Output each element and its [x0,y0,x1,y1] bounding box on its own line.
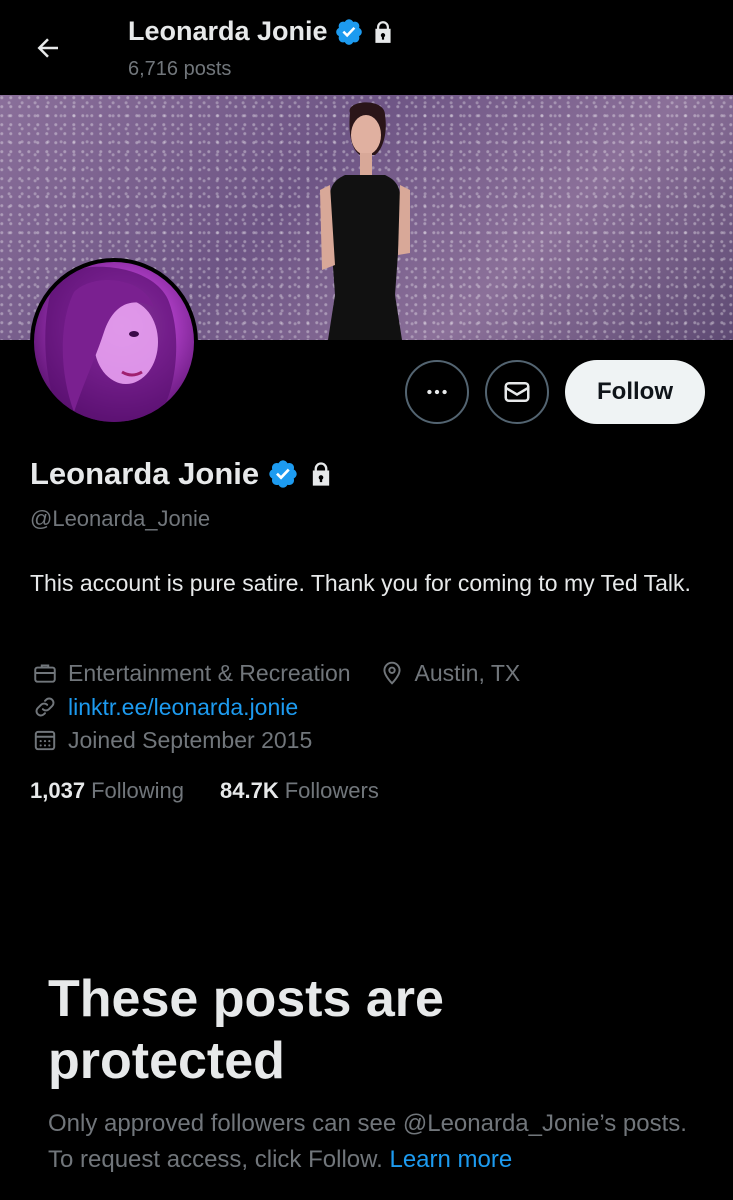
protected-posts-title: These posts are protected [48,970,444,1090]
protected-posts-text: Only approved followers can see @Leonard… [48,1110,687,1173]
profile-name: Leonarda Jonie [30,456,260,491]
arrow-left-icon [37,38,58,58]
calendar-icon [30,725,60,755]
followers-count: 84.7K [220,778,279,803]
header-name: Leonarda Jonie [128,16,328,46]
profile-category: Entertainment & Recreation [30,658,351,688]
location-pin-icon [377,658,407,688]
lock-icon [374,20,391,43]
briefcase-icon [30,658,60,688]
profile-joined-date: Joined September 2015 [68,726,313,753]
header-title: Leonarda Jonie [128,16,396,47]
profile-bio: This account is pure satire. Thank you f… [30,570,691,596]
link-icon [30,692,60,722]
following-count: 1,037 [30,778,86,803]
verified-badge-icon[interactable] [267,458,299,490]
message-button[interactable] [485,360,550,424]
profile-name-row: Leonarda Jonie [30,456,335,492]
profile-joined-row: Joined September 2015 [30,725,312,755]
learn-more-link[interactable]: Learn more [389,1146,512,1173]
verified-badge-icon[interactable] [334,17,364,47]
follow-button[interactable]: Follow [565,360,705,424]
more-icon [427,389,447,395]
profile-avatar[interactable] [30,258,198,426]
profile-link-row: linktr.ee/leonarda.jonie [30,692,298,722]
avatar-portrait [45,266,177,422]
top-header: Leonarda Jonie 6,716 posts [0,0,733,95]
profile-website-link[interactable]: linktr.ee/leonarda.jonie [68,694,298,721]
profile-stats: 1,037 Following 84.7K Followers [30,778,379,804]
followers-label: Followers [284,778,379,803]
following-stat[interactable]: 1,037 Following [30,778,184,804]
back-button[interactable] [28,28,68,68]
profile-category-label: Entertainment & Recreation [68,659,351,686]
profile-handle: @Leonarda_Jonie [30,506,211,531]
profile-location: Austin, TX [377,658,521,688]
lock-icon [312,462,330,486]
protected-posts-description: Only approved followers can see @Leonard… [48,1106,698,1178]
profile-actions: Follow [405,360,705,424]
header-posts-count: 6,716 posts [128,58,232,80]
following-label: Following [91,778,184,803]
profile-location-label: Austin, TX [414,659,521,686]
banner-person-figure [320,102,410,340]
mail-icon [504,382,530,402]
followers-stat[interactable]: 84.7K Followers [220,778,379,804]
more-options-button[interactable] [405,360,470,424]
profile-meta-row: Entertainment & Recreation Austin, TX [30,658,538,688]
